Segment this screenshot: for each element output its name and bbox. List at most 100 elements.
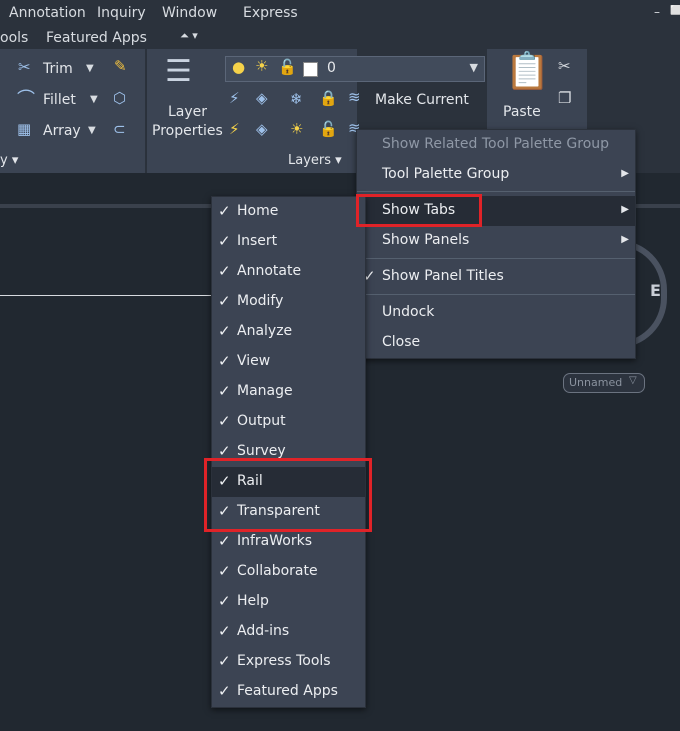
menu-annotation[interactable]: Annotation xyxy=(9,5,86,21)
layer-combo[interactable]: ● ☀ 🔓 0 ▼ xyxy=(225,56,485,82)
array-dropdown-icon[interactable]: ▼ xyxy=(88,125,96,136)
named-view-dropdown[interactable]: Unnamed ▽ xyxy=(563,373,645,393)
check-icon: ✓ xyxy=(218,412,231,430)
tab-toggle-collaborate[interactable]: ✓ Collaborate xyxy=(212,557,365,587)
paste-label[interactable]: Paste xyxy=(503,104,541,120)
trim-label[interactable]: Trim xyxy=(43,61,73,77)
check-icon: ✓ xyxy=(218,352,231,370)
tab-featured-apps[interactable]: Featured Apps xyxy=(46,30,147,46)
tab-toggle-rail[interactable]: ✓ Rail xyxy=(212,467,365,497)
cut-icon[interactable]: ✂ xyxy=(558,59,571,74)
menu-window[interactable]: Window xyxy=(162,5,217,21)
menu-inquiry[interactable]: Inquiry xyxy=(97,5,146,21)
tab-tools-partial[interactable]: ools xyxy=(0,30,28,46)
modify-panel-title[interactable]: y ▾ xyxy=(0,153,18,168)
check-icon: ✓ xyxy=(218,622,231,640)
tab-toggle-home[interactable]: ✓ Home xyxy=(212,197,365,227)
layers-panel-title[interactable]: Layers ▾ xyxy=(288,153,342,168)
menu-item-label: Show Panels xyxy=(382,232,470,248)
menu-item-close[interactable]: Close xyxy=(357,328,635,358)
ribbon-context-menu: Show Related Tool Palette Group Tool Pal… xyxy=(356,129,636,359)
paste-icon[interactable]: 📋 xyxy=(505,54,550,90)
tab-toggle-survey[interactable]: ✓ Survey xyxy=(212,437,365,467)
menu-item-label: InfraWorks xyxy=(237,533,313,549)
menu-item-label: Insert xyxy=(237,233,278,249)
menu-item-show-panels[interactable]: Show Panels ▶ xyxy=(357,226,635,256)
layer-thaw-icon[interactable]: ☀ xyxy=(290,122,303,137)
tab-toggle-express-tools[interactable]: ✓ Express Tools xyxy=(212,647,365,677)
layer-unisolate-icon[interactable]: ◈ xyxy=(256,122,268,137)
layer-freeze-icon[interactable]: ❄ xyxy=(290,92,303,107)
fillet-label[interactable]: Fillet xyxy=(43,92,76,108)
tab-toggle-insert[interactable]: ✓ Insert xyxy=(212,227,365,257)
tab-toggle-transparent[interactable]: ✓ Transparent xyxy=(212,497,365,527)
menu-item-label: Featured Apps xyxy=(237,683,338,699)
menu-item-label: Close xyxy=(382,334,421,350)
trim-dropdown-icon[interactable]: ▼ xyxy=(86,63,94,74)
menu-item-label: View xyxy=(237,353,271,369)
layer-on-icon[interactable]: ⚡ xyxy=(229,122,240,137)
tab-toggle-analyze[interactable]: ✓ Analyze xyxy=(212,317,365,347)
menu-divider xyxy=(357,294,635,295)
check-icon: ✓ xyxy=(218,262,231,280)
layer-unlock-icon[interactable]: 🔓 xyxy=(319,122,338,137)
menu-item-label: Show Panel Titles xyxy=(382,268,504,284)
lightbulb-icon: ● xyxy=(232,58,246,76)
viewcube-east-label[interactable]: E xyxy=(650,281,661,300)
menu-item-label: Add-ins xyxy=(237,623,290,639)
menu-bar: Annotation Inquiry Window Express – ⬜ xyxy=(0,0,680,27)
fillet-icon: ⌒ xyxy=(17,89,35,110)
make-current-label[interactable]: Make Current xyxy=(375,92,469,108)
tab-toggle-featured-apps[interactable]: ✓ Featured Apps xyxy=(212,677,365,707)
layer-combo-value: 0 xyxy=(327,60,336,76)
check-icon: ✓ xyxy=(218,232,231,250)
check-icon: ✓ xyxy=(218,502,231,520)
menu-item-label: Output xyxy=(237,413,286,429)
tab-toggle-view[interactable]: ✓ View xyxy=(212,347,365,377)
check-icon: ✓ xyxy=(218,562,231,580)
submenu-arrow-icon: ▶ xyxy=(621,234,629,245)
erase-icon[interactable]: ✎ xyxy=(114,59,127,74)
menu-item-undock[interactable]: Undock xyxy=(357,298,635,328)
color-swatch xyxy=(303,62,318,77)
fillet-dropdown-icon[interactable]: ▼ xyxy=(90,94,98,105)
menu-item-tool-palette-group[interactable]: Tool Palette Group ▶ xyxy=(357,160,635,190)
check-icon: ✓ xyxy=(218,472,231,490)
restore-icon[interactable]: ⬜ xyxy=(670,6,680,16)
panel-separator xyxy=(146,53,147,165)
tab-toggle-add-ins[interactable]: ✓ Add-ins xyxy=(212,617,365,647)
layer-off-icon[interactable]: ⚡ xyxy=(229,91,240,106)
drawing-line xyxy=(0,295,212,296)
menu-express[interactable]: Express xyxy=(243,5,298,21)
3d-box-icon[interactable]: ⬡ xyxy=(113,91,126,106)
ribbon-toggle-icon[interactable]: ⏶ ▾ xyxy=(180,29,214,46)
layer-properties-icon[interactable]: ☰ xyxy=(165,57,192,87)
array-label[interactable]: Array xyxy=(43,123,81,139)
trim-icon: ✂ xyxy=(18,58,31,76)
tab-toggle-manage[interactable]: ✓ Manage xyxy=(212,377,365,407)
layer-isolate-icon[interactable]: ◈ xyxy=(256,91,268,106)
menu-item-show-panel-titles[interactable]: ✓ Show Panel Titles xyxy=(357,262,635,292)
menu-item-show-tabs[interactable]: Show Tabs ▶ xyxy=(357,196,635,226)
offset-icon[interactable]: ⊂ xyxy=(113,122,126,137)
tab-toggle-infraworks[interactable]: ✓ InfraWorks xyxy=(212,527,365,557)
menu-item-label: Transparent xyxy=(237,503,320,519)
menu-item-label: Annotate xyxy=(237,263,302,279)
tab-toggle-help[interactable]: ✓ Help xyxy=(212,587,365,617)
copy-icon[interactable]: ❐ xyxy=(558,91,571,106)
menu-item-label: Home xyxy=(237,203,279,219)
tab-toggle-annotate[interactable]: ✓ Annotate xyxy=(212,257,365,287)
chevron-down-icon[interactable]: ▼ xyxy=(470,61,478,74)
minimize-icon[interactable]: – xyxy=(654,5,660,19)
check-icon: ✓ xyxy=(218,532,231,550)
unlock-icon: 🔓 xyxy=(278,58,297,76)
tab-toggle-output[interactable]: ✓ Output xyxy=(212,407,365,437)
layer-properties-label-2[interactable]: Properties xyxy=(152,123,223,139)
layer-lock-icon[interactable]: 🔒 xyxy=(319,91,338,106)
named-view-label: Unnamed xyxy=(569,376,623,389)
check-icon: ✓ xyxy=(218,322,231,340)
layer-properties-label-1[interactable]: Layer xyxy=(168,104,207,120)
menu-item-label: Modify xyxy=(237,293,284,309)
menu-item-show-related-tool-palette-group: Show Related Tool Palette Group xyxy=(357,130,635,160)
tab-toggle-modify[interactable]: ✓ Modify xyxy=(212,287,365,317)
